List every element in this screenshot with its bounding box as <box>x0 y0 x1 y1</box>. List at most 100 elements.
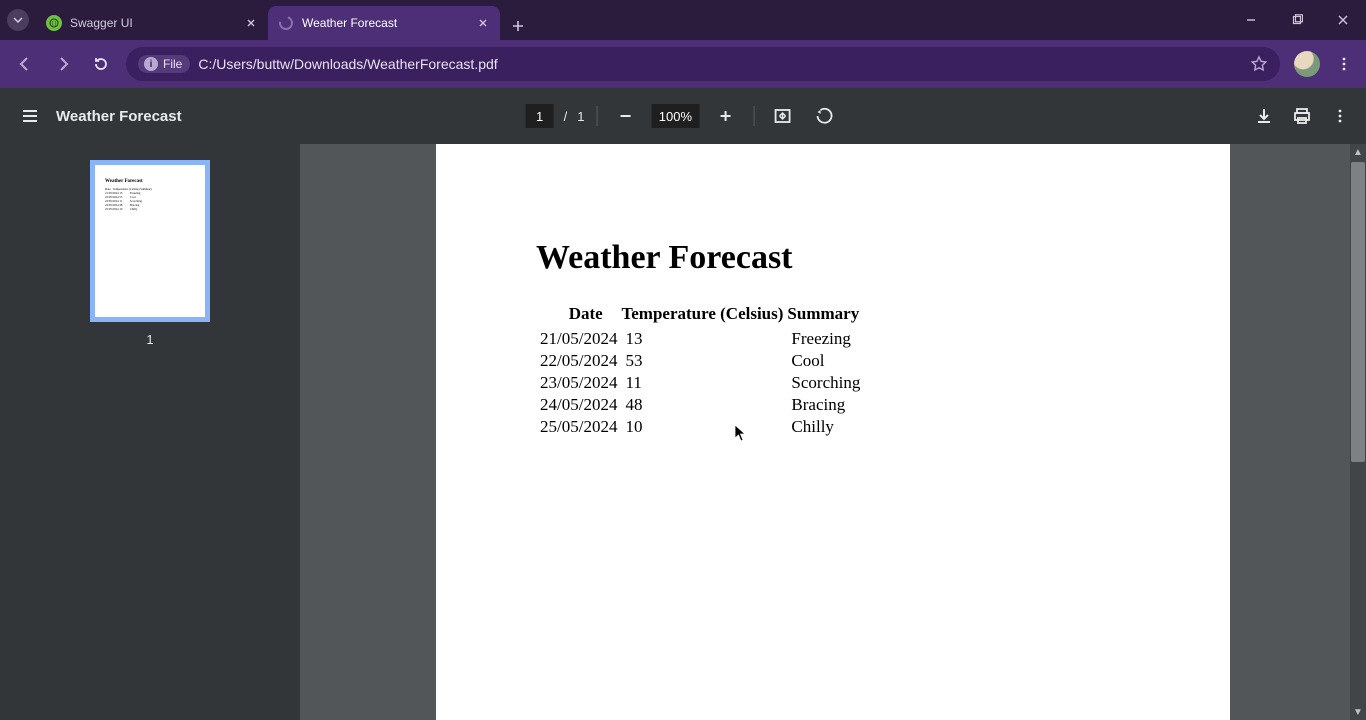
pdf-page-input[interactable] <box>526 104 554 128</box>
nav-reload-button[interactable] <box>84 47 118 81</box>
bookmark-button[interactable] <box>1250 55 1268 73</box>
table-row: 22/05/202453Cool <box>536 350 864 372</box>
cell-date: 25/05/2024 <box>536 416 621 438</box>
close-icon <box>246 18 256 28</box>
browser-menu-button[interactable] <box>1330 56 1358 72</box>
tab-strip: { } Swagger UI Weather Forecast <box>36 0 532 40</box>
tab-swagger-ui[interactable]: { } Swagger UI <box>36 6 268 40</box>
url-scheme-label: File <box>163 57 182 71</box>
table-header-row: Date Temperature (Celsius) Summary <box>536 303 864 328</box>
pdf-rotate-button[interactable] <box>808 100 840 132</box>
maximize-icon <box>1291 14 1303 26</box>
kebab-icon <box>1336 56 1352 72</box>
cell-temperature: 13 <box>621 328 787 350</box>
plus-icon <box>717 108 733 124</box>
tab-title: Weather Forecast <box>302 16 466 30</box>
rotate-icon <box>814 106 834 126</box>
tab-search-button[interactable] <box>0 0 36 40</box>
window-titlebar: { } Swagger UI Weather Forecast <box>0 0 1366 40</box>
th-temperature: Temperature (Celsius) <box>621 303 787 328</box>
url-scheme-chip[interactable]: i File <box>138 55 190 73</box>
cell-date: 23/05/2024 <box>536 372 621 394</box>
pdf-thumbnail-page-number: 1 <box>146 332 153 347</box>
plus-icon <box>511 19 525 33</box>
cell-date: 21/05/2024 <box>536 328 621 350</box>
cell-summary: Cool <box>787 350 864 372</box>
tab-close-button[interactable] <box>242 14 260 32</box>
pdf-page-total: 1 <box>577 109 584 124</box>
star-icon <box>1250 55 1268 73</box>
window-controls <box>1228 0 1366 40</box>
scroll-up-button[interactable]: ▲ <box>1350 144 1366 160</box>
pdf-center-controls: / 1 100% <box>526 100 841 132</box>
swagger-favicon: { } <box>46 15 62 31</box>
download-icon <box>1254 106 1274 126</box>
th-summary: Summary <box>787 303 864 328</box>
print-icon <box>1292 106 1312 126</box>
scrollbar-thumb[interactable] <box>1351 162 1365 462</box>
pdf-print-button[interactable] <box>1286 100 1318 132</box>
profile-avatar[interactable] <box>1294 51 1320 77</box>
cell-summary: Bracing <box>787 394 864 416</box>
table-row: 24/05/202448Bracing <box>536 394 864 416</box>
pdf-sidebar-toggle[interactable] <box>10 96 50 136</box>
pdf-page-area[interactable]: Weather Forecast Date Temperature (Celsi… <box>300 144 1366 720</box>
document-heading: Weather Forecast <box>536 239 1130 277</box>
minimize-icon <box>1245 14 1257 26</box>
table-row: 25/05/202410Chilly <box>536 416 864 438</box>
pdf-menu-button[interactable] <box>1324 100 1356 132</box>
vertical-scrollbar[interactable]: ▲ ▼ <box>1350 144 1366 720</box>
reload-icon <box>92 55 110 73</box>
nav-back-button[interactable] <box>8 47 42 81</box>
loading-favicon <box>278 15 294 31</box>
pdf-toolbar: Weather Forecast / 1 100% <box>0 88 1366 144</box>
tab-weather-forecast[interactable]: Weather Forecast <box>268 6 500 40</box>
tab-close-button[interactable] <box>474 14 492 32</box>
pdf-page-separator: / <box>564 109 568 124</box>
minus-icon <box>617 108 633 124</box>
info-icon: i <box>144 57 158 71</box>
thumb-mini-row: 25/05/2024 10 Chilly <box>105 207 195 211</box>
kebab-icon <box>1332 108 1348 124</box>
cell-date: 24/05/2024 <box>536 394 621 416</box>
hamburger-icon <box>20 106 40 126</box>
window-close-button[interactable] <box>1320 0 1366 40</box>
pdf-body: Weather Forecast Date Temperature (Celsi… <box>0 144 1366 720</box>
pdf-fit-page-button[interactable] <box>766 100 798 132</box>
table-row: 21/05/202413Freezing <box>536 328 864 350</box>
cell-summary: Freezing <box>787 328 864 350</box>
address-bar: i File C:/Users/buttw/Downloads/WeatherF… <box>0 40 1366 88</box>
omnibox[interactable]: i File C:/Users/buttw/Downloads/WeatherF… <box>126 47 1280 81</box>
tab-title: Swagger UI <box>70 16 234 30</box>
cell-temperature: 53 <box>621 350 787 372</box>
nav-forward-button[interactable] <box>46 47 80 81</box>
pdf-zoom-in-button[interactable] <box>709 100 741 132</box>
window-minimize-button[interactable] <box>1228 0 1274 40</box>
close-icon <box>1337 14 1349 26</box>
pdf-thumbnail-1[interactable]: Weather Forecast Date Temperature (Celsi… <box>90 160 210 322</box>
cell-temperature: 11 <box>621 372 787 394</box>
pdf-zoom-level[interactable]: 100% <box>651 104 699 128</box>
window-maximize-button[interactable] <box>1274 0 1320 40</box>
th-date: Date <box>536 303 621 328</box>
toolbar-divider <box>596 106 597 126</box>
chevron-down-icon <box>13 15 23 25</box>
new-tab-button[interactable] <box>504 12 532 40</box>
pdf-thumbnail-sidebar: Weather Forecast Date Temperature (Celsi… <box>0 144 300 720</box>
forecast-table: Date Temperature (Celsius) Summary 21/05… <box>536 303 864 438</box>
svg-text:{ }: { } <box>52 21 57 27</box>
toolbar-divider <box>753 106 754 126</box>
arrow-right-icon <box>54 55 72 73</box>
cell-temperature: 48 <box>621 394 787 416</box>
table-row: 23/05/202411Scorching <box>536 372 864 394</box>
scroll-down-button[interactable]: ▼ <box>1350 704 1366 720</box>
fit-page-icon <box>772 106 792 126</box>
pdf-zoom-out-button[interactable] <box>609 100 641 132</box>
cell-summary: Chilly <box>787 416 864 438</box>
pdf-right-controls <box>1248 100 1356 132</box>
pdf-document-title: Weather Forecast <box>56 108 182 125</box>
arrow-left-icon <box>16 55 34 73</box>
cell-date: 22/05/2024 <box>536 350 621 372</box>
pdf-download-button[interactable] <box>1248 100 1280 132</box>
close-icon <box>478 18 488 28</box>
